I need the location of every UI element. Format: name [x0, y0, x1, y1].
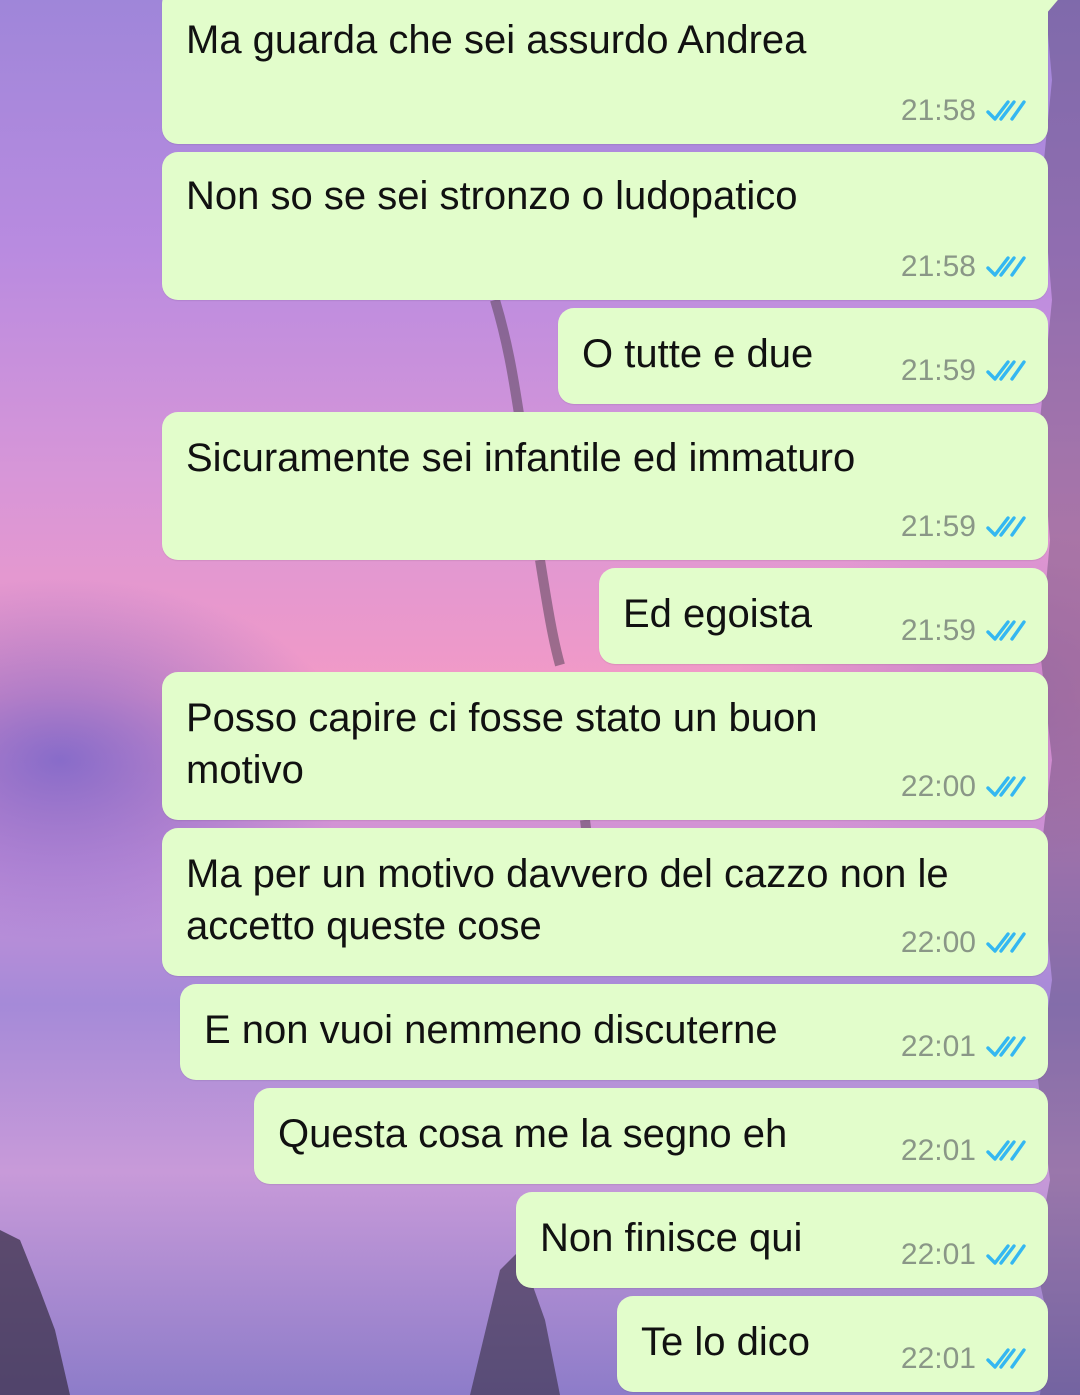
message-text: Te lo dico	[641, 1320, 810, 1364]
bubble-tail-icon	[1039, 0, 1058, 14]
message-meta: 21:58	[901, 94, 1026, 128]
double-check-icon	[986, 1036, 1026, 1057]
message-meta: 22:00	[901, 926, 1026, 960]
message-bubble[interactable]: Sicuramente sei infantile ed immaturo 21…	[162, 412, 1048, 560]
message-text: E non vuoi nemmeno discuterne	[204, 1008, 778, 1052]
message-bubble[interactable]: E non vuoi nemmeno discuterne 22:01	[180, 984, 1048, 1080]
message-text: Ed egoista	[623, 592, 813, 636]
message-bubble[interactable]: Questa cosa me la segno eh 22:01	[254, 1088, 1048, 1184]
message-meta: 21:58	[901, 250, 1026, 284]
message-bubble[interactable]: Ma per un motivo davvero del cazzo non l…	[162, 828, 1048, 976]
double-check-icon	[986, 620, 1026, 641]
message-meta: 22:01	[901, 1134, 1026, 1168]
message-text: Sicuramente sei infantile ed immaturo	[186, 436, 856, 480]
message-meta: 22:01	[901, 1342, 1026, 1376]
double-check-icon	[986, 932, 1026, 953]
double-check-icon	[986, 360, 1026, 381]
message-text: Non finisce qui	[540, 1216, 803, 1260]
double-check-icon	[986, 516, 1026, 537]
message-text: Non so se sei stronzo o ludopatico	[186, 174, 798, 218]
message-text: Ma guarda che sei assurdo Andrea	[186, 18, 807, 62]
message-time: 22:01	[900, 1342, 976, 1375]
message-bubble[interactable]: Ma guarda che sei assurdo Andrea 21:58	[162, 0, 1058, 144]
message-time: 22:01	[900, 1030, 976, 1063]
message-text: Posso capire ci fosse stato un buon moti…	[186, 696, 818, 792]
message-bubble[interactable]: Non finisce qui 22:01	[516, 1192, 1048, 1288]
message-time: 22:01	[900, 1134, 976, 1167]
message-time: 22:01	[900, 1238, 976, 1271]
message-meta: 21:59	[901, 354, 1026, 388]
message-bubble[interactable]: Non so se sei stronzo o ludopatico 21:58	[162, 152, 1048, 300]
double-check-icon	[986, 1140, 1026, 1161]
double-check-icon	[986, 1244, 1026, 1265]
message-time: 21:59	[900, 614, 976, 647]
message-text: Questa cosa me la segno eh	[278, 1112, 788, 1156]
message-bubble[interactable]: Posso capire ci fosse stato un buon moti…	[162, 672, 1048, 820]
double-check-icon	[986, 1348, 1026, 1369]
message-meta: 21:59	[901, 510, 1026, 544]
message-text: O tutte e due	[582, 332, 814, 376]
double-check-icon	[986, 256, 1026, 277]
message-time: 21:58	[900, 94, 976, 127]
message-meta: 22:01	[901, 1238, 1026, 1272]
message-time: 22:00	[900, 770, 976, 803]
message-meta: 22:01	[901, 1030, 1026, 1064]
message-meta: 21:59	[901, 614, 1026, 648]
message-bubble[interactable]: Ed egoista 21:59	[599, 568, 1048, 664]
double-check-icon	[986, 776, 1026, 797]
message-time: 21:58	[900, 250, 976, 283]
message-bubble[interactable]: Te lo dico 22:01	[617, 1296, 1048, 1392]
message-time: 21:59	[900, 510, 976, 543]
double-check-icon	[986, 100, 1026, 121]
message-time: 21:59	[900, 354, 976, 387]
message-time: 22:00	[900, 926, 976, 959]
message-bubble[interactable]: O tutte e due 21:59	[558, 308, 1048, 404]
message-meta: 22:00	[901, 770, 1026, 804]
chat-message-list[interactable]: Ma guarda che sei assurdo Andrea 21:58 N…	[0, 0, 1080, 1395]
